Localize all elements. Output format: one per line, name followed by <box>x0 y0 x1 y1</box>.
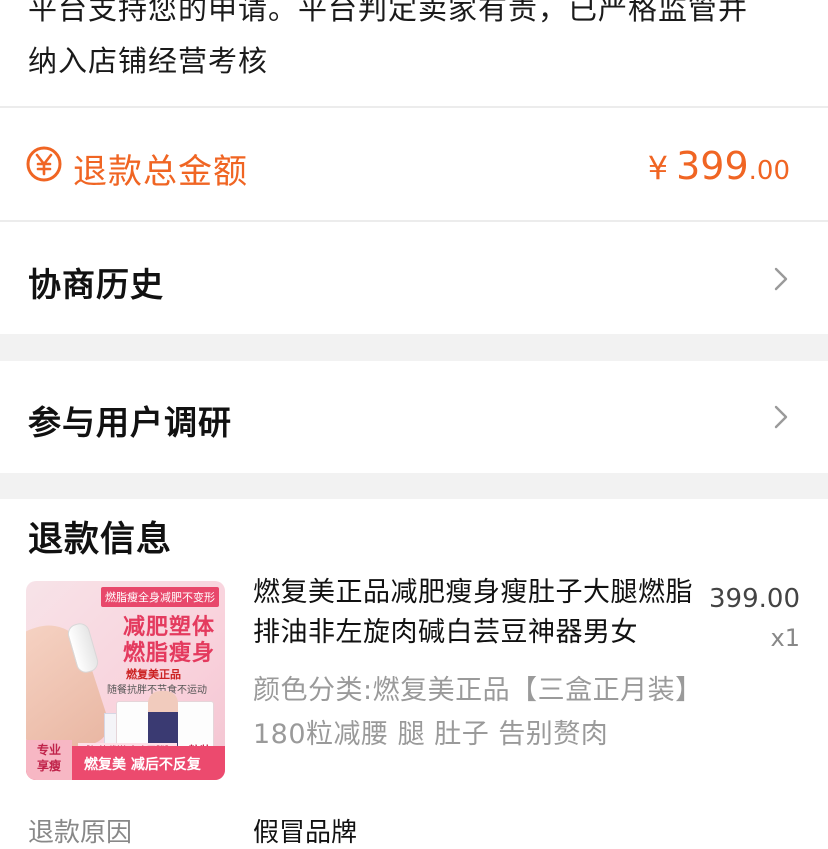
chevron-right-icon <box>774 405 788 429</box>
refund-total-label: 退款总金额 <box>73 152 248 192</box>
refund-info-section: 退款信息 燃脂瘦全身减肥不变形 减肥塑体 燃脂瘦身 燃复美正品 随餐抗胖不节食不… <box>0 499 828 848</box>
thumb-headline-2: 燃脂瘦身 <box>122 641 215 666</box>
chevron-right-icon <box>774 267 788 291</box>
yuan-coin-icon <box>26 146 62 182</box>
decision-section: 平台支持您的申请。平台判定卖家有责，已严格监管并 纳入店铺经营考核 <box>0 0 828 106</box>
product-spec: 颜色分类:燃复美正品【三盒正月装】180粒减腰 腿 肚子 告别赘肉 <box>253 675 703 750</box>
thumb-brand: 燃复美正品 <box>126 668 181 681</box>
refund-reason-label: 退款原因 <box>28 818 133 848</box>
thumb-badge-line2: 享瘦 <box>36 759 61 773</box>
thumb-strip-text: 燃复美 减后不反复 <box>84 757 201 773</box>
thumb-badge-line1: 专业 <box>36 743 61 757</box>
currency-symbol: ¥ <box>647 149 669 187</box>
user-survey-row[interactable]: 参与用户调研 <box>0 361 828 473</box>
amount-integer: 399 <box>676 144 749 188</box>
product-quantity: x1 <box>770 624 800 652</box>
section-gap <box>0 473 828 499</box>
thumb-badge: 专业 享瘦 <box>26 740 72 780</box>
product-name[interactable]: 燃复美正品减肥瘦身瘦肚子大腿燃脂排油非左旋肉碱白芸豆神器男女 <box>253 573 709 653</box>
negotiation-history-row[interactable]: 协商历史 <box>0 222 828 334</box>
section-gap <box>0 334 828 361</box>
refund-total-row: 退款总金额 ¥399.00 <box>0 108 828 220</box>
negotiation-history-label: 协商历史 <box>28 265 164 304</box>
user-survey-label: 参与用户调研 <box>28 403 232 442</box>
product-thumbnail[interactable]: 燃脂瘦全身减肥不变形 减肥塑体 燃脂瘦身 燃复美正品 随餐抗胖不节食不运动 【加… <box>26 581 225 780</box>
decision-text-line1: 平台支持您的申请。平台判定卖家有责，已严格监管并 <box>28 0 749 26</box>
product-price: 399.00 <box>709 584 800 614</box>
refund-info-title: 退款信息 <box>28 520 173 560</box>
decision-text-line2: 纳入店铺经营考核 <box>28 44 269 78</box>
refund-reason-value: 假冒品牌 <box>253 818 358 848</box>
thumb-tag: 燃脂瘦全身减肥不变形 <box>101 587 219 607</box>
amount-decimal: .00 <box>748 156 790 186</box>
refund-total-amount: ¥399.00 <box>648 144 790 188</box>
